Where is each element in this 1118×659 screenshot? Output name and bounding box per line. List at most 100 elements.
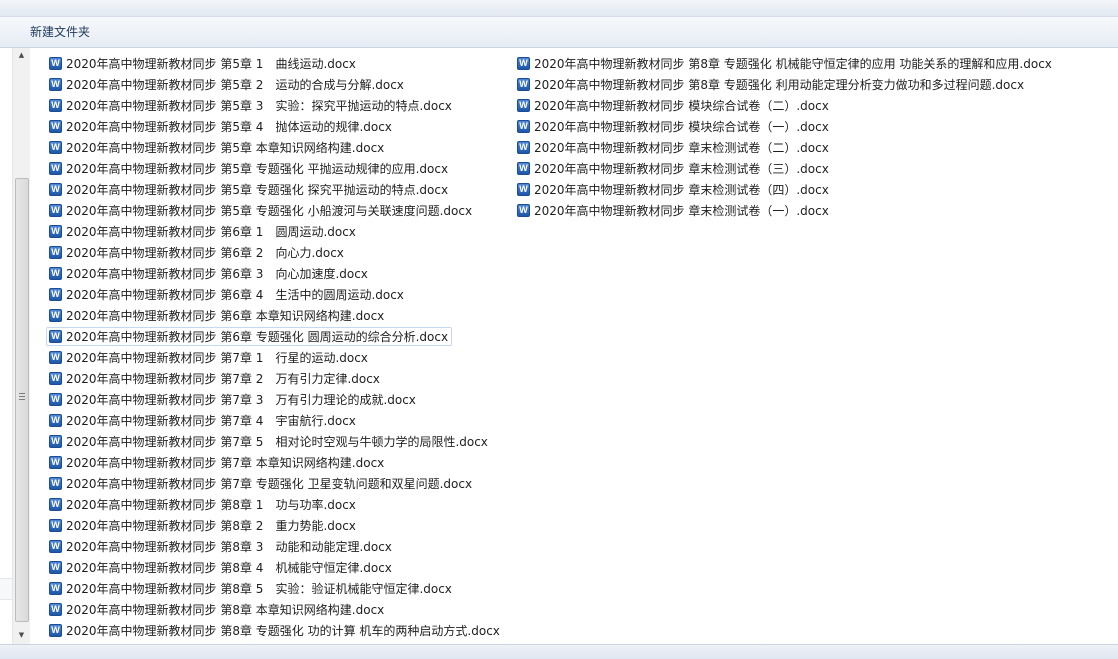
file-item[interactable]: W 2020年高中物理新教材同步 第7章 1 行星的运动.docx <box>46 348 452 367</box>
file-name: 2020年高中物理新教材同步 第8章 4 机械能守恒定律.docx <box>66 561 392 575</box>
word-icon-letter: W <box>51 163 60 173</box>
file-name: 2020年高中物理新教材同步 第5章 专题强化 探究平抛运动的特点.docx <box>66 183 449 197</box>
file-item[interactable]: W 2020年高中物理新教材同步 第7章 2 万有引力定律.docx <box>46 369 452 388</box>
vertical-scrollbar[interactable]: ▲ ▼ <box>12 48 31 644</box>
file-item[interactable]: W 2020年高中物理新教材同步 第7章 本章知识网络构建.docx <box>46 453 452 472</box>
file-name: 2020年高中物理新教材同步 章末检测试卷（一）.docx <box>534 204 829 218</box>
file-name: 2020年高中物理新教材同步 第8章 专题强化 机械能守恒定律的应用 功能关系的… <box>534 57 1052 71</box>
word-icon-letter: W <box>51 604 60 614</box>
file-item[interactable]: W 2020年高中物理新教材同步 第5章 专题强化 平抛运动规律的应用.docx <box>46 159 452 178</box>
file-item[interactable]: W 2020年高中物理新教材同步 第5章 4 抛体运动的规律.docx <box>46 117 452 136</box>
file-name: 2020年高中物理新教材同步 第7章 1 行星的运动.docx <box>66 351 368 365</box>
word-document-icon: W <box>49 57 62 70</box>
file-name: 2020年高中物理新教材同步 模块综合试卷（一）.docx <box>534 120 829 134</box>
word-document-icon: W <box>49 309 62 322</box>
file-item[interactable]: W 2020年高中物理新教材同步 第5章 本章知识网络构建.docx <box>46 138 452 157</box>
file-name: 2020年高中物理新教材同步 第5章 2 运动的合成与分解.docx <box>66 78 404 92</box>
window-top-strip <box>0 0 1118 17</box>
file-item[interactable]: W 2020年高中物理新教材同步 第5章 专题强化 探究平抛运动的特点.docx <box>46 180 452 199</box>
file-item[interactable]: W 2020年高中物理新教材同步 第7章 5 相对论时空观与牛顿力学的局限性.do… <box>46 432 488 451</box>
file-item[interactable]: W 2020年高中物理新教材同步 模块综合试卷（二）.docx <box>514 96 1054 115</box>
word-document-icon: W <box>517 99 530 112</box>
word-document-icon: W <box>517 120 530 133</box>
scrollbar-thumb[interactable] <box>15 178 29 622</box>
file-name: 2020年高中物理新教材同步 第6章 1 圆周运动.docx <box>66 225 356 239</box>
file-item[interactable]: W 2020年高中物理新教材同步 第5章 2 运动的合成与分解.docx <box>46 75 452 94</box>
file-item[interactable]: W 2020年高中物理新教材同步 第7章 专题强化 卫星变轨问题和双星问题.doc… <box>46 474 472 493</box>
word-icon-letter: W <box>51 436 60 446</box>
file-list[interactable]: W 2020年高中物理新教材同步 第5章 1 曲线运动.docx W 2020年高中物… <box>30 48 1118 644</box>
file-item[interactable]: W 2020年高中物理新教材同步 第6章 1 圆周运动.docx <box>46 222 452 241</box>
file-item[interactable]: W 2020年高中物理新教材同步 第5章 专题强化 小船渡河与关联速度问题.doc… <box>46 201 472 220</box>
file-item[interactable]: W 2020年高中物理新教材同步 第6章 3 向心加速度.docx <box>46 264 452 283</box>
file-item[interactable]: W 2020年高中物理新教材同步 章末检测试卷（三）.docx <box>514 159 1054 178</box>
file-item[interactable]: W 2020年高中物理新教材同步 第8章 专题强化 机械能守恒定律的应用 功能关系… <box>514 54 1054 73</box>
file-item[interactable]: W 2020年高中物理新教材同步 第8章 1 功与功率.docx <box>46 495 452 514</box>
word-document-icon: W <box>49 372 62 385</box>
file-name: 2020年高中物理新教材同步 第8章 3 动能和动能定理.docx <box>66 540 392 554</box>
file-item[interactable]: W 2020年高中物理新教材同步 第7章 4 宇宙航行.docx <box>46 411 452 430</box>
word-icon-letter: W <box>519 184 528 194</box>
file-name: 2020年高中物理新教材同步 第5章 4 抛体运动的规律.docx <box>66 120 392 134</box>
new-folder-button[interactable]: 新建文件夹 <box>22 23 98 41</box>
word-icon-letter: W <box>51 289 60 299</box>
word-document-icon: W <box>49 120 62 133</box>
word-document-icon: W <box>49 456 62 469</box>
word-document-icon: W <box>517 57 530 70</box>
word-document-icon: W <box>49 288 62 301</box>
file-item[interactable]: W 2020年高中物理新教材同步 模块综合试卷（一）.docx <box>514 117 1054 136</box>
word-document-icon: W <box>49 351 62 364</box>
file-name: 2020年高中物理新教材同步 第7章 2 万有引力定律.docx <box>66 372 380 386</box>
file-name: 2020年高中物理新教材同步 第7章 4 宇宙航行.docx <box>66 414 356 428</box>
file-item[interactable]: W 2020年高中物理新教材同步 章末检测试卷（一）.docx <box>514 201 1054 220</box>
word-icon-letter: W <box>51 394 60 404</box>
word-icon-letter: W <box>51 520 60 530</box>
word-icon-letter: W <box>519 58 528 68</box>
file-item[interactable]: W 2020年高中物理新教材同步 第6章 2 向心力.docx <box>46 243 452 262</box>
word-document-icon: W <box>49 582 62 595</box>
file-item[interactable]: W 2020年高中物理新教材同步 第8章 4 机械能守恒定律.docx <box>46 558 452 577</box>
file-item[interactable]: W 2020年高中物理新教材同步 第6章 本章知识网络构建.docx <box>46 306 452 325</box>
file-item[interactable]: W 2020年高中物理新教材同步 第5章 1 曲线运动.docx <box>46 54 452 73</box>
file-name: 2020年高中物理新教材同步 第5章 专题强化 平抛运动规律的应用.docx <box>66 162 449 176</box>
scroll-up-arrow-icon[interactable]: ▲ <box>13 48 30 62</box>
file-item[interactable]: W 2020年高中物理新教材同步 第8章 3 动能和动能定理.docx <box>46 537 452 556</box>
file-name: 2020年高中物理新教材同步 第5章 1 曲线运动.docx <box>66 57 356 71</box>
word-icon-letter: W <box>51 142 60 152</box>
word-icon-letter: W <box>51 352 60 362</box>
file-item[interactable]: W 2020年高中物理新教材同步 章末检测试卷（二）.docx <box>514 138 1054 157</box>
word-document-icon: W <box>49 78 62 91</box>
word-icon-letter: W <box>519 205 528 215</box>
file-name: 2020年高中物理新教材同步 第7章 专题强化 卫星变轨问题和双星问题.docx <box>66 477 473 491</box>
file-name: 2020年高中物理新教材同步 第8章 专题强化 利用动能定理分析变力做功和多过程… <box>534 78 1025 92</box>
word-document-icon: W <box>49 540 62 553</box>
file-name: 2020年高中物理新教材同步 第5章 本章知识网络构建.docx <box>66 141 385 155</box>
file-item[interactable]: W 2020年高中物理新教材同步 第7章 3 万有引力理论的成就.docx <box>46 390 452 409</box>
word-icon-letter: W <box>51 268 60 278</box>
file-name: 2020年高中物理新教材同步 模块综合试卷（二）.docx <box>534 99 829 113</box>
word-document-icon: W <box>49 603 62 616</box>
navigation-pane-item[interactable] <box>0 578 12 600</box>
file-name: 2020年高中物理新教材同步 第7章 5 相对论时空观与牛顿力学的局限性.doc… <box>66 435 488 449</box>
file-name: 2020年高中物理新教材同步 第7章 3 万有引力理论的成就.docx <box>66 393 416 407</box>
file-item[interactable]: W 2020年高中物理新教材同步 第6章 专题强化 圆周运动的综合分析.docx <box>46 327 452 346</box>
file-name: 2020年高中物理新教材同步 章末检测试卷（四）.docx <box>534 183 829 197</box>
file-item[interactable]: W 2020年高中物理新教材同步 第8章 2 重力势能.docx <box>46 516 452 535</box>
file-item[interactable]: W 2020年高中物理新教材同步 第8章 5 实验：验证机械能守恒定律.docx <box>46 579 452 598</box>
file-name: 2020年高中物理新教材同步 章末检测试卷（二）.docx <box>534 141 829 155</box>
word-icon-letter: W <box>51 226 60 236</box>
word-document-icon: W <box>49 414 62 427</box>
file-name: 2020年高中物理新教材同步 第8章 2 重力势能.docx <box>66 519 356 533</box>
file-item[interactable]: W 2020年高中物理新教材同步 第8章 本章知识网络构建.docx <box>46 600 452 619</box>
scroll-down-arrow-icon[interactable]: ▼ <box>13 628 30 642</box>
file-item[interactable]: W 2020年高中物理新教材同步 章末检测试卷（四）.docx <box>514 180 1054 199</box>
file-item[interactable]: W 2020年高中物理新教材同步 第6章 4 生活中的圆周运动.docx <box>46 285 452 304</box>
word-icon-letter: W <box>51 121 60 131</box>
word-document-icon: W <box>49 624 62 637</box>
toolbar: 新建文件夹 <box>0 17 1118 48</box>
word-icon-letter: W <box>51 625 60 635</box>
file-name: 2020年高中物理新教材同步 第7章 本章知识网络构建.docx <box>66 456 385 470</box>
file-item[interactable]: W 2020年高中物理新教材同步 第5章 3 实验：探究平抛运动的特点.docx <box>46 96 452 115</box>
file-item[interactable]: W 2020年高中物理新教材同步 第8章 专题强化 利用动能定理分析变力做功和多过… <box>514 75 1054 94</box>
file-item[interactable]: W 2020年高中物理新教材同步 第8章 专题强化 功的计算 机车的两种启动方式.… <box>46 621 500 640</box>
